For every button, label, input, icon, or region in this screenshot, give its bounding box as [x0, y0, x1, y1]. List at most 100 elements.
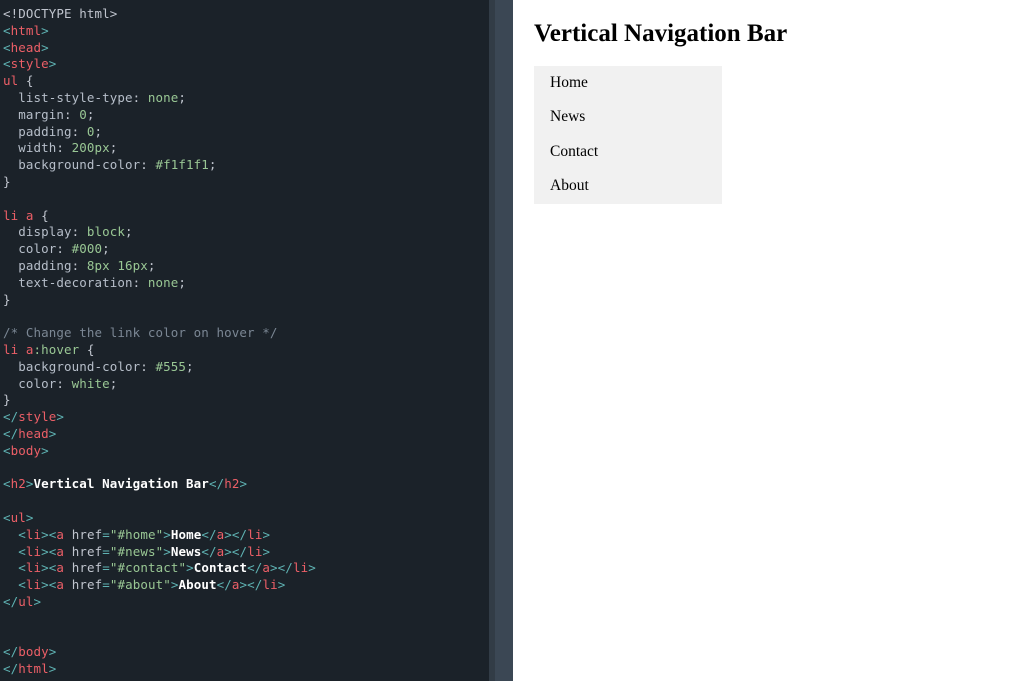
preview-document-body: Vertical Navigation Bar HomeNewsContactA…: [513, 0, 1017, 212]
code-token: >: [49, 644, 57, 659]
code-token: :: [72, 224, 87, 239]
code-token: Vertical Navigation Bar: [34, 476, 209, 491]
code-token: ul: [18, 594, 33, 609]
code-token: <: [3, 577, 26, 592]
code-token: </: [3, 644, 18, 659]
code-token: </: [3, 426, 18, 441]
code-line: <h2>Vertical Navigation Bar</h2>: [3, 476, 489, 493]
code-line: li a {: [3, 208, 489, 225]
code-token: 200px: [72, 140, 110, 155]
code-token: ;: [178, 275, 186, 290]
code-token: #f1f1f1: [156, 157, 209, 172]
code-token: <: [3, 510, 11, 525]
code-token: a: [56, 544, 64, 559]
code-token: {: [18, 73, 33, 88]
code-token: a: [232, 577, 240, 592]
code-token: li: [26, 560, 41, 575]
code-token: <: [3, 544, 26, 559]
code-token: >: [49, 426, 57, 441]
code-token: News: [171, 544, 202, 559]
code-token: li a: [3, 342, 34, 357]
code-token: href: [64, 527, 102, 542]
code-token: ul: [3, 73, 18, 88]
vertical-navigation-list: HomeNewsContactAbout: [534, 66, 722, 204]
code-token: >: [278, 577, 286, 592]
nav-link-home[interactable]: Home: [534, 66, 722, 101]
code-token: li: [26, 544, 41, 559]
code-line: <style>: [3, 56, 489, 73]
code-token: >: [56, 409, 64, 424]
rendered-preview-pane: Vertical Navigation Bar HomeNewsContactA…: [513, 0, 1017, 681]
code-token: ;: [148, 258, 156, 273]
code-token: "#about": [110, 577, 171, 592]
nav-link-contact[interactable]: Contact: [534, 135, 722, 170]
code-token: href: [64, 544, 102, 559]
code-line: list-style-type: none;: [3, 90, 489, 107]
nav-link-news[interactable]: News: [534, 100, 722, 135]
code-line: <li><a href="#about">About</a></li>: [3, 577, 489, 594]
code-token: ></: [240, 577, 263, 592]
code-line: <li><a href="#news">News</a></li>: [3, 544, 489, 561]
code-token: html: [11, 23, 42, 38]
code-line: [3, 627, 489, 644]
code-line: [3, 611, 489, 628]
editor-scrollbar-thumb[interactable]: [495, 0, 513, 681]
code-token: body: [18, 644, 49, 659]
code-line: </head>: [3, 426, 489, 443]
nav-link-about[interactable]: About: [534, 169, 722, 204]
code-line: }: [3, 174, 489, 191]
code-line: color: #000;: [3, 241, 489, 258]
code-token: :: [56, 376, 71, 391]
code-token: block: [87, 224, 125, 239]
code-token: </: [247, 560, 262, 575]
code-token: :: [64, 107, 79, 122]
code-line: background-color: #f1f1f1;: [3, 157, 489, 174]
code-line: <li><a href="#contact">Contact</a></li>: [3, 560, 489, 577]
code-token: <: [3, 40, 11, 55]
code-line: text-decoration: none;: [3, 275, 489, 292]
code-token: </: [201, 527, 216, 542]
code-token: ;: [110, 376, 118, 391]
code-token: margin: [3, 107, 64, 122]
editor-code-text[interactable]: <!DOCTYPE html><html><head><style>ul { l…: [3, 6, 489, 678]
code-token: >: [26, 510, 34, 525]
code-token: head: [11, 40, 42, 55]
code-token: "#news": [110, 544, 163, 559]
code-token: Contact: [194, 560, 247, 575]
code-token: ></: [224, 527, 247, 542]
code-token: ><: [41, 544, 56, 559]
code-token: >: [163, 544, 171, 559]
code-line: width: 200px;: [3, 140, 489, 157]
code-token: li a: [3, 208, 34, 223]
code-line: [3, 191, 489, 208]
code-token: }: [3, 174, 11, 189]
code-token: body: [11, 443, 42, 458]
code-line: <!DOCTYPE html>: [3, 6, 489, 23]
code-token: >: [239, 476, 247, 491]
code-line: <body>: [3, 443, 489, 460]
editor-vertical-scrollbar[interactable]: [489, 0, 513, 681]
code-token: a: [56, 560, 64, 575]
code-token: color: [3, 241, 56, 256]
code-line: </ul>: [3, 594, 489, 611]
code-token: >: [41, 40, 49, 55]
editor-code-area[interactable]: <!DOCTYPE html><html><head><style>ul { l…: [0, 0, 489, 681]
code-token: :hover: [34, 342, 80, 357]
code-token: html: [18, 661, 49, 676]
code-preview-split-view: <!DOCTYPE html><html><head><style>ul { l…: [0, 0, 1017, 681]
code-token: ;: [125, 224, 133, 239]
html-source-editor[interactable]: <!DOCTYPE html><html><head><style>ul { l…: [0, 0, 513, 681]
list-item: Contact: [534, 135, 722, 170]
code-token: ;: [102, 241, 110, 256]
code-token: ;: [87, 107, 95, 122]
code-token: <: [3, 527, 26, 542]
code-token: }: [3, 292, 11, 307]
code-line: /* Change the link color on hover */: [3, 325, 489, 342]
code-token: display: [3, 224, 72, 239]
code-line: <head>: [3, 40, 489, 57]
code-token: width: [3, 140, 56, 155]
code-token: >: [186, 560, 194, 575]
code-token: <: [3, 476, 11, 491]
code-token: h2: [224, 476, 239, 491]
code-token: }: [3, 392, 11, 407]
